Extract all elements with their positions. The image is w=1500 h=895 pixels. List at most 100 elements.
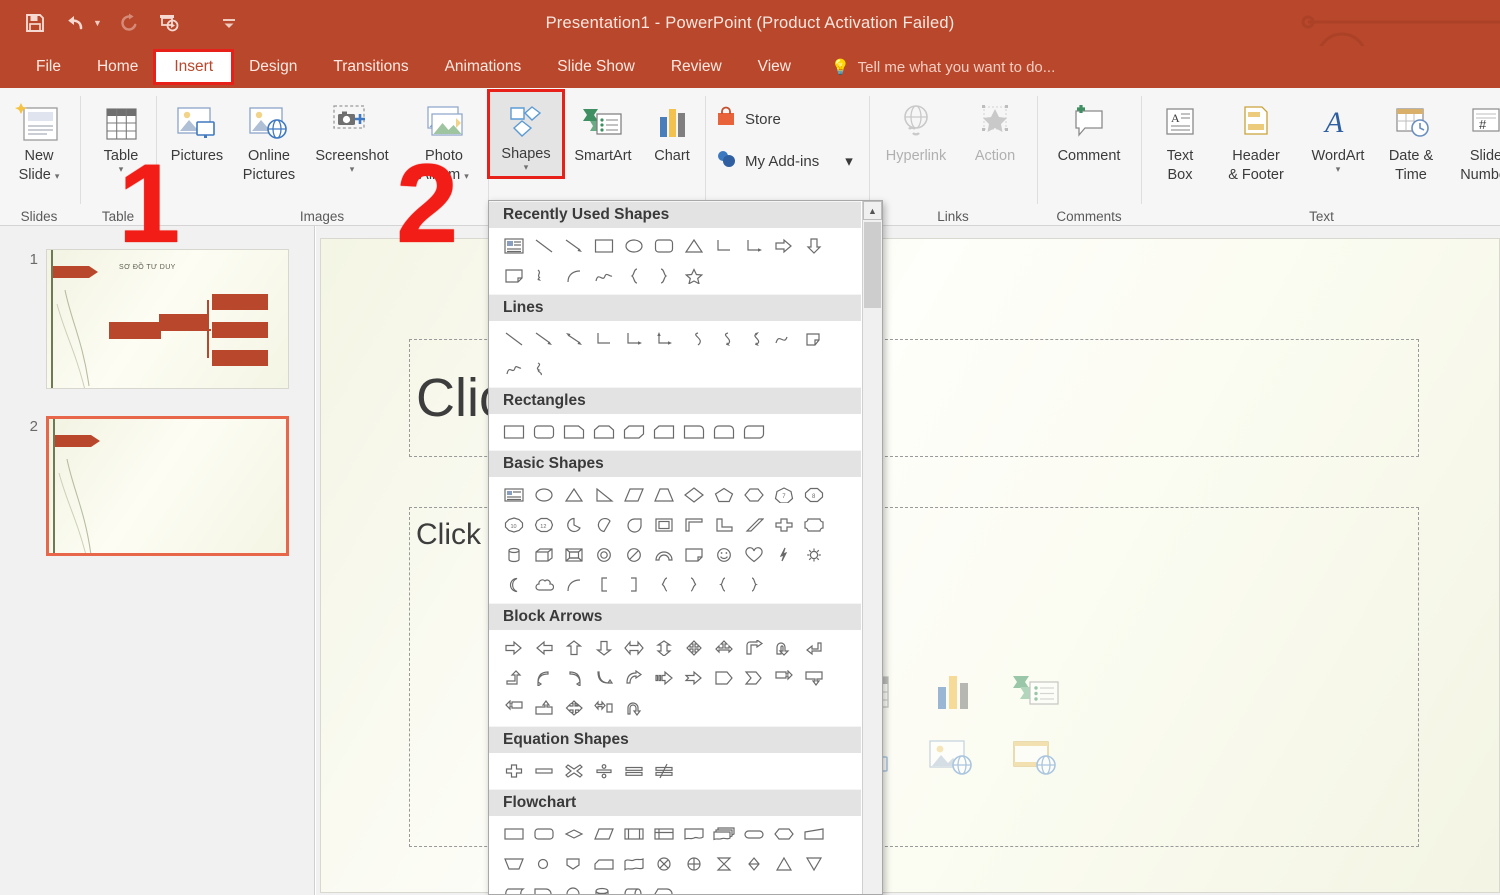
my-addins-caret-icon[interactable]: ▾ [845,152,853,170]
basic-half-frame-icon[interactable] [679,510,709,540]
flowchart-alternate-process-icon[interactable] [529,819,559,849]
basic-heptagon-icon[interactable]: 7 [769,480,799,510]
arrow-quad-icon[interactable] [679,633,709,663]
shape-right-brace-icon[interactable] [649,261,679,291]
start-from-beginning-icon[interactable] [156,10,182,36]
flowchart-delay-icon[interactable] [529,879,559,894]
arrow-curved-up-icon[interactable] [589,663,619,693]
shape-folded-corner-icon[interactable] [499,261,529,291]
tab-slide-show[interactable]: Slide Show [539,52,653,82]
line-double-arrow-icon[interactable] [559,324,589,354]
flowchart-sort-icon[interactable] [739,849,769,879]
flowchart-decision-icon[interactable] [559,819,589,849]
line-elbow-connector-icon[interactable] [589,324,619,354]
equation-not-equal-icon[interactable] [649,756,679,786]
rect-round-same-side-corner-icon[interactable] [709,417,739,447]
basic-bevel-icon[interactable] [559,540,589,570]
redo-icon[interactable] [116,10,142,36]
shape-rounded-rectangle-icon[interactable] [649,231,679,261]
tab-home[interactable]: Home [79,52,156,82]
hyperlink-button[interactable]: Hyperlink [873,94,959,165]
slide-thumbnail-2[interactable] [46,416,289,556]
arrow-down-callout-icon[interactable] [799,663,829,693]
rect-snip-single-corner-icon[interactable] [559,417,589,447]
shape-oval-icon[interactable] [619,231,649,261]
arrow-up-callout-icon[interactable] [529,693,559,723]
line-curved-arrow-connector-icon[interactable] [709,324,739,354]
basic-no-symbol-icon[interactable] [619,540,649,570]
shape-down-arrow-icon[interactable] [799,231,829,261]
arrow-curved-down-icon[interactable] [619,663,649,693]
arrow-up-icon[interactable] [559,633,589,663]
rect-round-single-corner-icon[interactable] [679,417,709,447]
chart-button[interactable]: Chart [640,94,704,165]
basic-isosceles-triangle-icon[interactable] [559,480,589,510]
basic-right-brace-icon[interactable] [679,570,709,600]
wordart-button[interactable]: A WordArt ▾ [1301,94,1375,174]
basic-moon-icon[interactable] [499,570,529,600]
screenshot-caret-icon[interactable]: ▾ [350,164,355,174]
flowchart-merge-icon[interactable] [799,849,829,879]
line-arrow-icon[interactable] [529,324,559,354]
shape-arc-icon[interactable] [559,261,589,291]
shape-isosceles-triangle-icon[interactable] [679,231,709,261]
arrow-left-right-icon[interactable] [619,633,649,663]
flowchart-multidocument-icon[interactable] [709,819,739,849]
rect-rounded-rectangle-icon[interactable] [529,417,559,447]
arrow-curved-left-icon[interactable] [559,663,589,693]
basic-block-arc-icon[interactable] [649,540,679,570]
arrow-up-down-icon[interactable] [649,633,679,663]
shape-text-box-icon[interactable] [499,231,529,261]
comment-button[interactable]: Comment [1043,94,1135,165]
equation-division-icon[interactable] [589,756,619,786]
arrow-u-turn-icon[interactable] [769,633,799,663]
tab-view[interactable]: View [740,52,809,82]
basic-arc-icon[interactable] [559,570,589,600]
thumbnail-row-2[interactable]: 2 [16,416,289,556]
gallery-scrollbar[interactable]: ▲ [862,201,882,894]
slide-thumbnail-pane[interactable]: 1 SƠ ĐỒ TƯ DUY 2 [0,226,315,895]
tab-transitions[interactable]: Transitions [315,52,426,82]
flowchart-terminator-icon[interactable] [739,819,769,849]
flowchart-manual-input-icon[interactable] [799,819,829,849]
basic-pentagon-icon[interactable] [709,480,739,510]
basic-diamond-icon[interactable] [679,480,709,510]
wordart-caret-icon[interactable]: ▾ [1336,164,1341,174]
text-box-button[interactable]: A Text Box [1149,94,1211,183]
line-curve-icon[interactable] [769,324,799,354]
thumbnail-row-1[interactable]: 1 SƠ ĐỒ TƯ DUY [16,249,289,389]
smartart-button[interactable]: SmartArt [564,94,642,165]
arrow-chevron-icon[interactable] [739,663,769,693]
basic-double-brace-right-icon[interactable] [739,570,769,600]
line-elbow-arrow-connector-icon[interactable] [619,324,649,354]
basic-cube-icon[interactable] [529,540,559,570]
shape-star-5-point-icon[interactable] [679,261,709,291]
rect-snip-round-single-corner-icon[interactable] [649,417,679,447]
shape-elbow-arrow-connector-icon[interactable] [739,231,769,261]
online-pictures-button[interactable]: Online Pictures [230,94,308,183]
equation-minus-icon[interactable] [529,756,559,786]
customize-quick-access-toolbar-icon[interactable] [216,10,242,36]
basic-decagon-icon[interactable]: 10 [499,510,529,540]
rect-snip-diagonal-corner-icon[interactable] [619,417,649,447]
basic-text-box-icon[interactable] [499,480,529,510]
screenshot-button[interactable]: Screenshot ▾ [308,94,396,174]
insert-chart-icon[interactable] [924,668,982,716]
tell-me-box[interactable]: 💡 Tell me what you want to do... [809,58,1055,77]
header-footer-button[interactable]: Header & Footer [1213,94,1299,183]
insert-video-icon[interactable] [1008,734,1066,782]
new-slide-button[interactable]: New Slide ▾ [0,94,78,183]
line-elbow-double-arrow-connector-icon[interactable] [649,324,679,354]
flowchart-off-page-connector-icon[interactable] [559,849,589,879]
basic-cross-icon[interactable] [769,510,799,540]
arrow-bent-icon[interactable] [739,633,769,663]
shape-right-arrow-icon[interactable] [769,231,799,261]
rect-rectangle-icon[interactable] [499,417,529,447]
line-freeform-shape-icon[interactable] [799,324,829,354]
store-button[interactable]: Store [715,106,781,132]
basic-parallelogram-icon[interactable] [619,480,649,510]
equation-equal-icon[interactable] [619,756,649,786]
flowchart-summing-junction-icon[interactable] [649,849,679,879]
line-curved-connector-icon[interactable] [679,324,709,354]
basic-sun-icon[interactable] [799,540,829,570]
